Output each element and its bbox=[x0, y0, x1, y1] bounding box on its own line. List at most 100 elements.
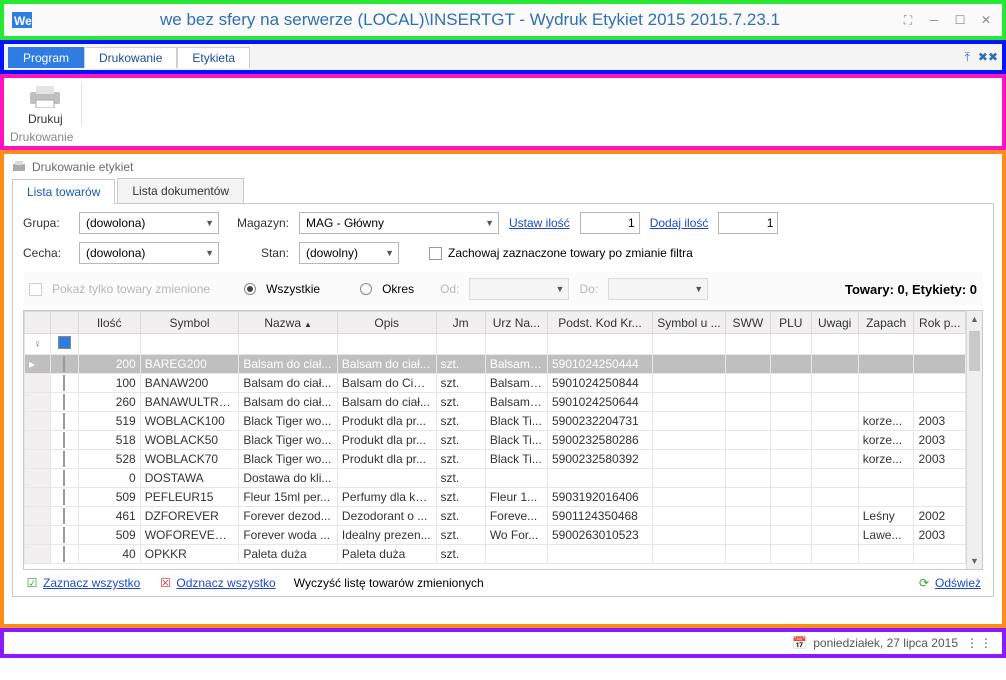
chevron-down-icon: ▼ bbox=[485, 218, 494, 228]
col-opis[interactable]: Opis bbox=[337, 312, 436, 334]
date-from-combo: ▼ bbox=[469, 278, 569, 300]
window-title: we bez sfery na serwerze (LOCAL)\INSERTG… bbox=[40, 10, 900, 30]
vertical-scrollbar[interactable]: ▲ ▼ bbox=[966, 311, 982, 569]
main-panel: Drukowanie etykiet Lista towarów Lista d… bbox=[0, 150, 1006, 628]
col-urz[interactable]: Urz Na... bbox=[485, 312, 547, 334]
select-all-action[interactable]: ☑ Zaznacz wszystko bbox=[25, 576, 140, 590]
row-indicator-header bbox=[25, 312, 51, 334]
radio-period[interactable] bbox=[360, 283, 372, 295]
table-row[interactable]: 519WOBLACK100Black Tiger wo...Produkt dl… bbox=[25, 412, 966, 431]
scroll-thumb[interactable] bbox=[969, 331, 980, 371]
refresh-action[interactable]: ⟳ Odśwież bbox=[917, 576, 981, 590]
col-sww[interactable]: SWW bbox=[725, 312, 770, 334]
printer-icon[interactable] bbox=[28, 86, 62, 108]
table-row[interactable]: ▸200BAREG200Balsam do ciał...Balsam do c… bbox=[25, 355, 966, 374]
menu-bar: Program Drukowanie Etykieta ⤒ ✖✖ bbox=[0, 40, 1006, 74]
col-symbol[interactable]: Symbol bbox=[140, 312, 239, 334]
col-plu[interactable]: PLU bbox=[770, 312, 811, 334]
table-row[interactable]: 509PEFLEUR15Fleur 15ml per...Perfumy dla… bbox=[25, 488, 966, 507]
ribbon-caption: Drukowanie bbox=[10, 130, 996, 144]
cecha-label: Cecha: bbox=[23, 246, 69, 260]
fullscreen-icon[interactable]: ⛶ bbox=[900, 13, 916, 28]
to-label: Do: bbox=[579, 282, 598, 296]
up-arrow-icon[interactable]: ⤒ bbox=[965, 50, 970, 65]
maximize-icon[interactable]: ☐ bbox=[952, 13, 968, 28]
ustaw-ilosc-input[interactable] bbox=[580, 212, 640, 234]
stan-label: Stan: bbox=[229, 246, 289, 260]
ribbon-group-print: Drukuj bbox=[10, 82, 82, 126]
row-checkbox[interactable] bbox=[63, 451, 65, 467]
table-header-row: Ilość Symbol Nazwa▲ Opis Jm Urz Na... Po… bbox=[25, 312, 966, 334]
stan-combo[interactable]: (dowolny) ▼ bbox=[299, 242, 399, 264]
grupa-value: (dowolona) bbox=[86, 216, 145, 230]
table-row[interactable]: 461DZFOREVERForever dezod...Dezodorant o… bbox=[25, 507, 966, 526]
cecha-value: (dowolona) bbox=[86, 246, 145, 260]
table-row[interactable]: 40OPKKRPaleta dużaPaleta dużaszt. bbox=[25, 545, 966, 564]
status-date-text: poniedziałek, 27 lipca 2015 bbox=[813, 636, 958, 650]
row-checkbox[interactable] bbox=[63, 546, 65, 562]
col-rok[interactable]: Rok p... bbox=[914, 312, 966, 334]
col-zap[interactable]: Zapach bbox=[858, 312, 914, 334]
row-checkbox[interactable] bbox=[63, 508, 65, 524]
menu-etykieta[interactable]: Etykieta bbox=[177, 47, 250, 68]
filter-checkbox-icon[interactable] bbox=[58, 336, 71, 349]
calendar-icon: 📅 bbox=[792, 636, 807, 650]
print-button-label[interactable]: Drukuj bbox=[28, 112, 63, 126]
row-checkbox[interactable] bbox=[63, 356, 65, 372]
table-row[interactable]: 518WOBLACK50Black Tiger wo...Produkt dla… bbox=[25, 431, 966, 450]
radio-period-label: Okres bbox=[382, 282, 414, 296]
tab-body: Grupa: (dowolona) ▼ Magazyn: MAG - Główn… bbox=[12, 204, 994, 597]
minimize-icon[interactable]: ─ bbox=[926, 13, 942, 28]
table-row[interactable]: 509WOFOREVER15OForever woda ...Idealny p… bbox=[25, 526, 966, 545]
tab-lista-towarow[interactable]: Lista towarów bbox=[12, 179, 115, 204]
resize-grip-icon[interactable]: ⋮⋮ bbox=[966, 636, 994, 650]
table-row[interactable]: 260BANAWULTRA...Balsam do ciał...Balsam … bbox=[25, 393, 966, 412]
col-ilosc[interactable]: Ilość bbox=[78, 312, 140, 334]
refresh-label: Odśwież bbox=[935, 576, 981, 590]
row-checkbox[interactable] bbox=[63, 527, 65, 543]
row-checkbox[interactable] bbox=[63, 375, 65, 391]
col-jm[interactable]: Jm bbox=[436, 312, 485, 334]
row-checkbox[interactable] bbox=[63, 432, 65, 448]
table-row[interactable]: 0DOSTAWADostawa do kli...szt. bbox=[25, 469, 966, 488]
check-all-icon: ☑ bbox=[25, 576, 39, 590]
table-filter-row[interactable]: ♀ bbox=[25, 334, 966, 355]
col-kod[interactable]: Podst. Kod Kr... bbox=[547, 312, 652, 334]
col-symu[interactable]: Symbol u ... bbox=[653, 312, 726, 334]
bottom-action-bar: ☑ Zaznacz wszystko ☒ Odznacz wszystko Wy… bbox=[23, 570, 983, 590]
keep-selection-label: Zachowaj zaznaczone towary po zmianie fi… bbox=[448, 246, 693, 260]
scroll-down-icon[interactable]: ▼ bbox=[967, 553, 982, 569]
clear-changed-action[interactable]: Wyczyść listę towarów zmienionych bbox=[294, 576, 484, 590]
table-row[interactable]: 100BANAW200Balsam do ciał...Balsam do Ci… bbox=[25, 374, 966, 393]
row-checkbox[interactable] bbox=[63, 394, 65, 410]
table-row[interactable]: 528WOBLACK70Black Tiger wo...Produkt dla… bbox=[25, 450, 966, 469]
magazyn-combo[interactable]: MAG - Główny ▼ bbox=[299, 212, 499, 234]
col-uw[interactable]: Uwagi bbox=[811, 312, 858, 334]
row-checkbox[interactable] bbox=[63, 413, 65, 429]
menu-drukowanie[interactable]: Drukowanie bbox=[84, 47, 177, 68]
ustaw-ilosc-link[interactable]: Ustaw ilość bbox=[509, 216, 570, 230]
dodaj-ilosc-link[interactable]: Dodaj ilość bbox=[650, 216, 709, 230]
row-checkbox[interactable] bbox=[63, 470, 65, 486]
menu-program[interactable]: Program bbox=[8, 47, 84, 68]
col-nazwa[interactable]: Nazwa▲ bbox=[239, 312, 338, 334]
grupa-combo[interactable]: (dowolona) ▼ bbox=[79, 212, 219, 234]
scroll-up-icon[interactable]: ▲ bbox=[967, 311, 982, 327]
sort-asc-icon: ▲ bbox=[304, 320, 312, 329]
products-table[interactable]: Ilość Symbol Nazwa▲ Opis Jm Urz Na... Po… bbox=[24, 311, 966, 564]
row-checkbox[interactable] bbox=[63, 489, 65, 505]
panel-title: Drukowanie etykiet bbox=[32, 160, 133, 174]
dodaj-ilosc-input[interactable] bbox=[718, 212, 778, 234]
tools-icon[interactable]: ✖✖ bbox=[978, 50, 998, 65]
close-icon[interactable]: ✕ bbox=[978, 13, 994, 28]
tab-lista-dokumentow[interactable]: Lista dokumentów bbox=[117, 178, 244, 203]
deselect-all-label: Odznacz wszystko bbox=[176, 576, 275, 590]
window-controls: ⛶ ─ ☐ ✕ bbox=[900, 13, 994, 28]
keep-selection-checkbox[interactable] bbox=[429, 247, 442, 260]
cecha-combo[interactable]: (dowolona) ▼ bbox=[79, 242, 219, 264]
deselect-all-action[interactable]: ☒ Odznacz wszystko bbox=[158, 576, 275, 590]
radio-all[interactable] bbox=[244, 283, 256, 295]
panel-header: Drukowanie etykiet bbox=[12, 160, 994, 174]
app-logo-icon: We bbox=[10, 8, 34, 32]
checkbox-header[interactable] bbox=[50, 312, 78, 334]
